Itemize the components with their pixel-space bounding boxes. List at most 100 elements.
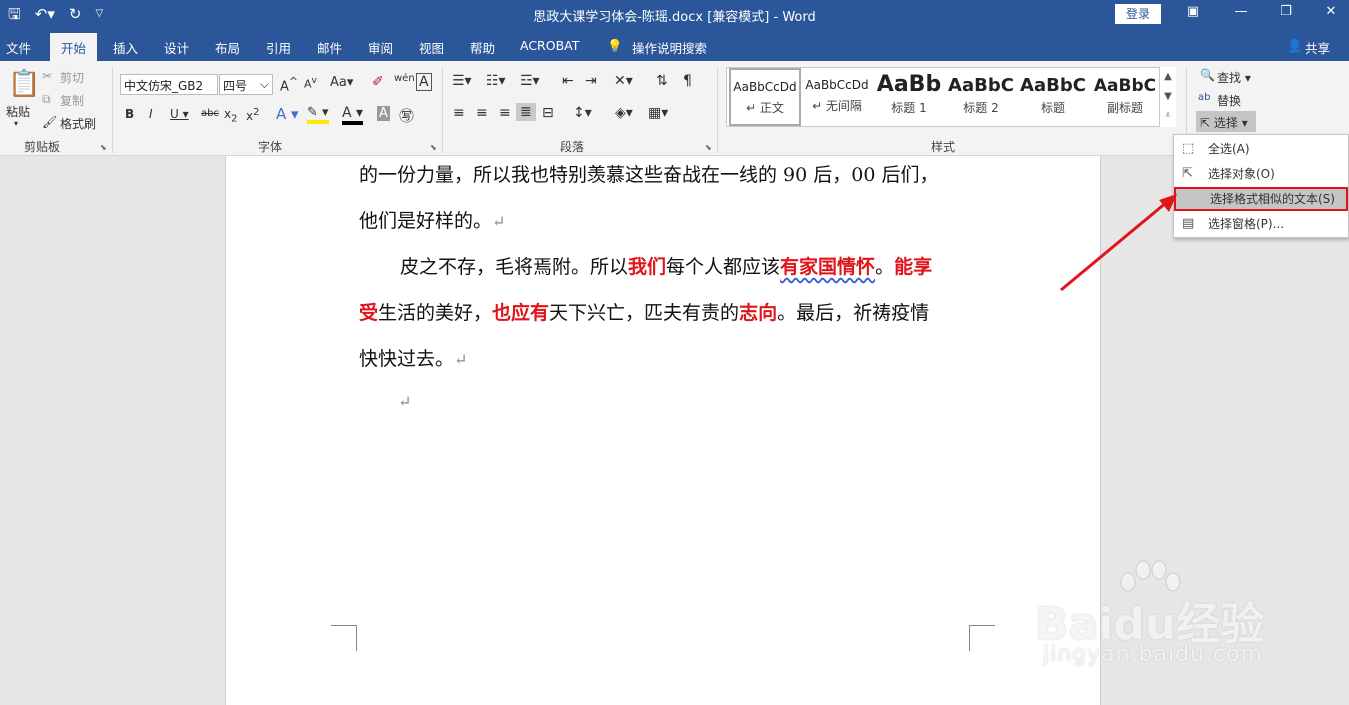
borders-icon[interactable]: ▦▾	[648, 105, 668, 121]
sort-icon[interactable]: ⇅	[656, 73, 668, 89]
tab-home[interactable]: 开始	[50, 33, 98, 61]
menu-item-select-all[interactable]: ⬚ 全选(A)	[1174, 137, 1348, 161]
distributed-icon[interactable]: ⊟	[542, 105, 554, 121]
change-case-button[interactable]: Aa▾	[330, 75, 353, 90]
menu-item-select-similar[interactable]: 选择格式相似的文本(S)	[1174, 187, 1348, 211]
decrease-indent-icon[interactable]: ⇤	[562, 73, 574, 89]
style-heading-1[interactable]: AaBb 标题 1	[873, 68, 945, 126]
align-right-icon[interactable]: ≡	[499, 105, 511, 121]
paste-icon[interactable]: 📋	[8, 69, 40, 99]
text-run: 每个人都应该	[666, 256, 781, 278]
clipboard-group-label: 剪贴板	[24, 140, 61, 154]
tab-view[interactable]: 视图	[419, 38, 444, 57]
text-run: 他们是好样的。	[359, 210, 493, 232]
margin-corner	[969, 625, 995, 651]
increase-indent-icon[interactable]: ⇥	[585, 73, 597, 89]
shrink-font-icon[interactable]: Av	[304, 75, 317, 91]
font-size-value: 四号	[223, 79, 248, 93]
menu-item-select-objects[interactable]: ⇱ 选择对象(O)	[1174, 162, 1348, 186]
style-title[interactable]: AaBbC 标题	[1017, 68, 1089, 126]
character-shading-icon[interactable]: A	[377, 106, 390, 121]
justify-icon[interactable]: ≣	[516, 103, 536, 121]
replace-button[interactable]: 替换	[1217, 92, 1241, 109]
ribbon-display-icon[interactable]: ▣	[1178, 4, 1208, 19]
login-button[interactable]: 登录	[1115, 4, 1161, 24]
font-size-combo[interactable]: 四号 ⌵	[219, 74, 273, 95]
paste-button[interactable]: 粘贴	[6, 103, 30, 120]
style-normal[interactable]: AaBbCcDd ↵ 正文	[729, 68, 801, 126]
style-heading-2[interactable]: AaBbC 标题 2	[945, 68, 1017, 126]
tab-file[interactable]: 文件	[6, 38, 31, 57]
ribbon-tabs: 文件 开始 插入 设计 布局 引用 邮件 审阅 视图 帮助 ACROBAT 💡 …	[0, 30, 1349, 61]
style-preview: AaBbC	[948, 75, 1014, 96]
underline-icon[interactable]: U ▾	[170, 107, 189, 121]
font-color-icon[interactable]: A ▾	[342, 105, 364, 125]
tab-layout[interactable]: 布局	[215, 38, 240, 57]
italic-icon[interactable]: I	[149, 107, 153, 121]
styles-group-label: 样式	[931, 140, 956, 154]
format-painter-button[interactable]: 格式刷	[60, 115, 96, 132]
highlight-color-icon[interactable]: ✎ ▾	[307, 105, 329, 124]
find-button[interactable]: 查找 ▾	[1217, 69, 1251, 86]
clear-formatting-icon[interactable]: ✐	[372, 74, 384, 90]
tell-me-search[interactable]: 操作说明搜索	[632, 38, 707, 57]
share-button[interactable]: 共享	[1305, 38, 1330, 57]
superscript-icon[interactable]: x2	[246, 107, 259, 123]
more-icon[interactable]: ⩡	[1160, 107, 1176, 125]
style-no-spacing[interactable]: AaBbCcDd ↵ 无间隔	[801, 68, 873, 126]
select-button[interactable]: ⇱ 选择 ▾	[1196, 111, 1256, 132]
close-icon[interactable]: ✕	[1316, 4, 1346, 19]
share-icon[interactable]: 👤	[1287, 38, 1303, 54]
line-spacing-icon[interactable]: ↕▾	[573, 105, 592, 121]
replace-icon: ab	[1198, 92, 1211, 103]
minimize-icon[interactable]: —	[1226, 4, 1256, 19]
shading-icon[interactable]: ◈▾	[615, 105, 633, 121]
bullets-icon[interactable]: ☰▾	[452, 73, 472, 89]
margin-corner	[331, 625, 357, 651]
align-left-icon[interactable]: ≡	[453, 105, 465, 121]
dialog-launcher-icon[interactable]: ⬊	[430, 143, 437, 152]
tab-insert[interactable]: 插入	[113, 38, 138, 57]
grow-font-icon[interactable]: A^	[280, 75, 298, 94]
asian-layout-icon[interactable]: ✕▾	[614, 73, 633, 89]
menu-item-selection-pane[interactable]: ▤ 选择窗格(P)...	[1174, 212, 1348, 236]
dialog-launcher-icon[interactable]: ⬊	[705, 143, 712, 152]
chevron-down-icon[interactable]: ▼	[1160, 87, 1176, 107]
watermark-url: jingyan.baidu.com	[1043, 642, 1264, 667]
gallery-scroll[interactable]: ▲ ▼ ⩡	[1159, 67, 1176, 127]
copy-icon: ⧉	[42, 92, 51, 106]
paragraph-group-label: 段落	[560, 140, 585, 154]
strikethrough-icon[interactable]: abc	[201, 108, 219, 119]
font-name-combo[interactable]: 中文仿宋_GB2	[120, 74, 218, 95]
dialog-launcher-icon[interactable]: ⬊	[100, 143, 107, 152]
change-case-label: Aa	[330, 75, 347, 90]
paragraph-mark: ↵	[492, 212, 506, 231]
style-subtitle[interactable]: AaBbC 副标题	[1089, 68, 1161, 126]
subscript-icon[interactable]: x2	[224, 107, 237, 124]
document-page[interactable]	[225, 156, 1101, 705]
style-name: 副标题	[1106, 101, 1143, 115]
select-dropdown-menu: ⬚ 全选(A) ⇱ 选择对象(O) 选择格式相似的文本(S) ▤ 选择窗格(P)...	[1173, 134, 1349, 238]
tab-help[interactable]: 帮助	[470, 38, 495, 57]
numbering-icon[interactable]: ☷▾	[486, 73, 506, 89]
multilevel-list-icon[interactable]: ☲▾	[520, 73, 540, 89]
tab-acrobat[interactable]: ACROBAT	[520, 38, 579, 53]
tab-mailings[interactable]: 邮件	[317, 38, 342, 57]
text-effects-icon[interactable]: A ▾	[276, 105, 299, 123]
phonetic-guide-icon[interactable]: wén	[394, 73, 415, 84]
text-run: 天下兴亡，匹夫有责的	[549, 302, 740, 324]
chevron-up-icon[interactable]: ▲	[1160, 67, 1176, 87]
cut-button[interactable]: 剪切	[60, 69, 84, 86]
character-border-icon[interactable]: A	[416, 73, 432, 91]
tab-review[interactable]: 审阅	[368, 38, 393, 57]
align-center-icon[interactable]: ≡	[476, 105, 488, 121]
copy-button[interactable]: 复制	[60, 92, 84, 109]
bold-icon[interactable]: B	[125, 107, 134, 121]
chevron-down-icon[interactable]: ▾	[14, 119, 18, 128]
text-run: 。最后，祈祷疫情	[777, 302, 930, 324]
show-marks-icon[interactable]: ¶	[683, 73, 692, 89]
tab-design[interactable]: 设计	[164, 38, 189, 57]
enclose-characters-icon[interactable]: ㊢	[399, 105, 414, 126]
restore-icon[interactable]: ❐	[1271, 4, 1301, 19]
tab-references[interactable]: 引用	[266, 38, 291, 57]
